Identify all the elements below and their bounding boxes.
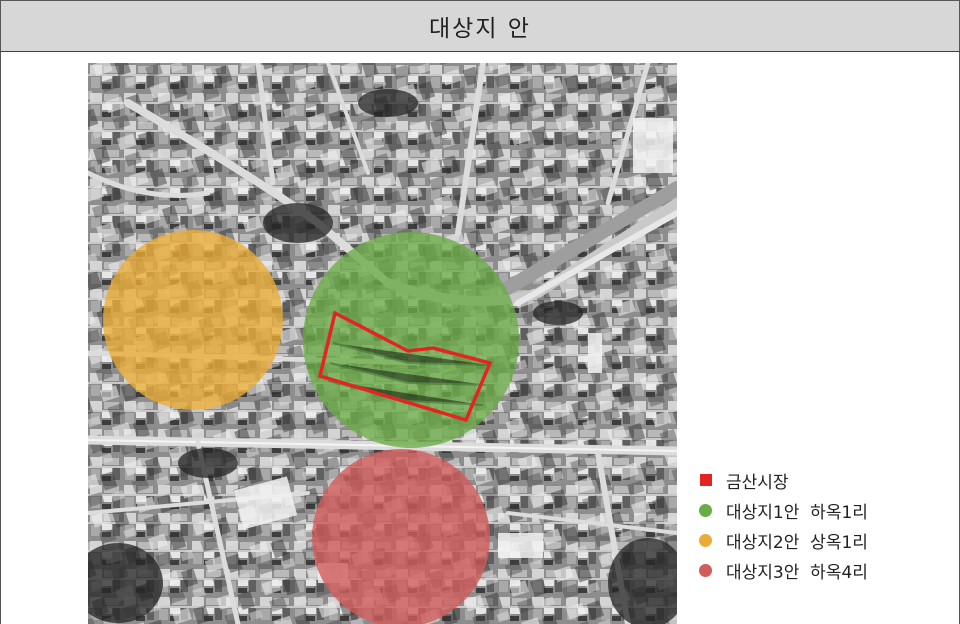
legend-label: 금산시장	[726, 472, 789, 493]
legend-item-candidate-3: 대상지3안 하옥4리	[698, 555, 938, 585]
candidate-2-circle	[103, 230, 283, 410]
candidate-3-circle	[312, 449, 490, 624]
frame-border-left	[0, 52, 1, 624]
title-bar: 대상지 안	[0, 0, 960, 52]
legend-item-candidate-1: 대상지1안 하옥1리	[698, 495, 938, 525]
legend-item-market: 금산시장	[698, 465, 938, 495]
aerial-map	[88, 63, 677, 624]
legend-label: 대상지2안 상옥1리	[726, 532, 868, 553]
legend-dot-icon	[699, 563, 712, 577]
candidate-1-circle	[303, 232, 519, 448]
legend-dot-icon	[699, 533, 712, 547]
legend-item-candidate-2: 대상지2안 상옥1리	[698, 525, 938, 555]
map-legend: 금산시장 대상지1안 하옥1리 대상지2안 상옥1리 대상지3안 하옥4리	[698, 465, 938, 585]
legend-square-icon	[700, 474, 712, 486]
legend-label: 대상지1안 하옥1리	[726, 502, 868, 523]
aerial-map-canvas	[88, 63, 677, 624]
page-title: 대상지 안	[429, 16, 531, 42]
legend-label: 대상지3안 하옥4리	[726, 562, 868, 583]
legend-dot-icon	[699, 503, 712, 517]
